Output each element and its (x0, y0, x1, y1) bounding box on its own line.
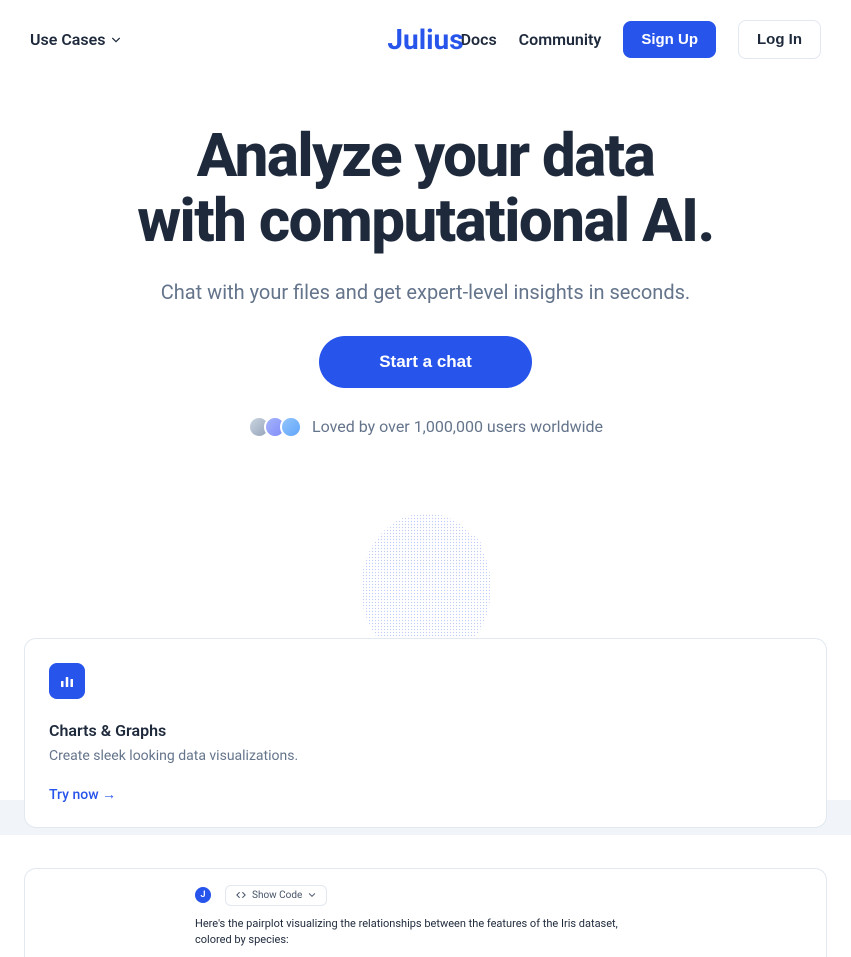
hero-subtitle: Chat with your files and get expert-leve… (30, 280, 821, 304)
nav-community[interactable]: Community (519, 30, 602, 49)
avatar (280, 416, 302, 438)
card-description: Create sleek looking data visualizations… (49, 748, 802, 764)
login-button[interactable]: Log In (738, 20, 821, 59)
hero-section: Analyze your data with computational AI.… (0, 79, 851, 478)
start-chat-button[interactable]: Start a chat (319, 336, 532, 388)
avatar-group (248, 416, 302, 438)
hero-title: Analyze your data with computational AI. (30, 124, 821, 254)
hero-title-line2: with computational AI. (137, 185, 714, 256)
feature-card-charts: Charts & Graphs Create sleek looking dat… (24, 638, 827, 828)
chevron-down-icon (308, 891, 316, 899)
site-header: Use Cases Julius Docs Community Sign Up … (0, 0, 851, 79)
social-proof-text: Loved by over 1,000,000 users worldwide (312, 417, 603, 436)
nav-docs[interactable]: Docs (461, 30, 497, 49)
show-code-label: Show Code (252, 890, 302, 901)
header-right: Docs Community Sign Up Log In (461, 20, 821, 59)
decorative-bust-wrap (0, 508, 851, 638)
hero-title-line1: Analyze your data (197, 120, 655, 191)
bust-illustration (326, 508, 526, 638)
assistant-avatar: J (195, 887, 211, 903)
use-cases-label: Use Cases (30, 30, 105, 49)
preview-header: J Show Code (195, 885, 656, 906)
show-code-button[interactable]: Show Code (225, 885, 327, 906)
logo[interactable]: Julius (387, 23, 463, 56)
card-title: Charts & Graphs (49, 721, 802, 740)
try-now-link[interactable]: Try now → (49, 787, 116, 803)
social-proof: Loved by over 1,000,000 users worldwide (30, 416, 821, 438)
signup-button[interactable]: Sign Up (623, 21, 716, 58)
chat-preview-card: J Show Code Here's the pairplot visualiz… (24, 868, 827, 957)
use-cases-dropdown[interactable]: Use Cases (30, 30, 121, 49)
preview-message: Here's the pairplot visualizing the rela… (195, 916, 656, 949)
code-icon (236, 890, 246, 900)
chevron-down-icon (111, 35, 121, 45)
header-left: Use Cases (30, 30, 121, 49)
chart-icon (49, 663, 85, 699)
